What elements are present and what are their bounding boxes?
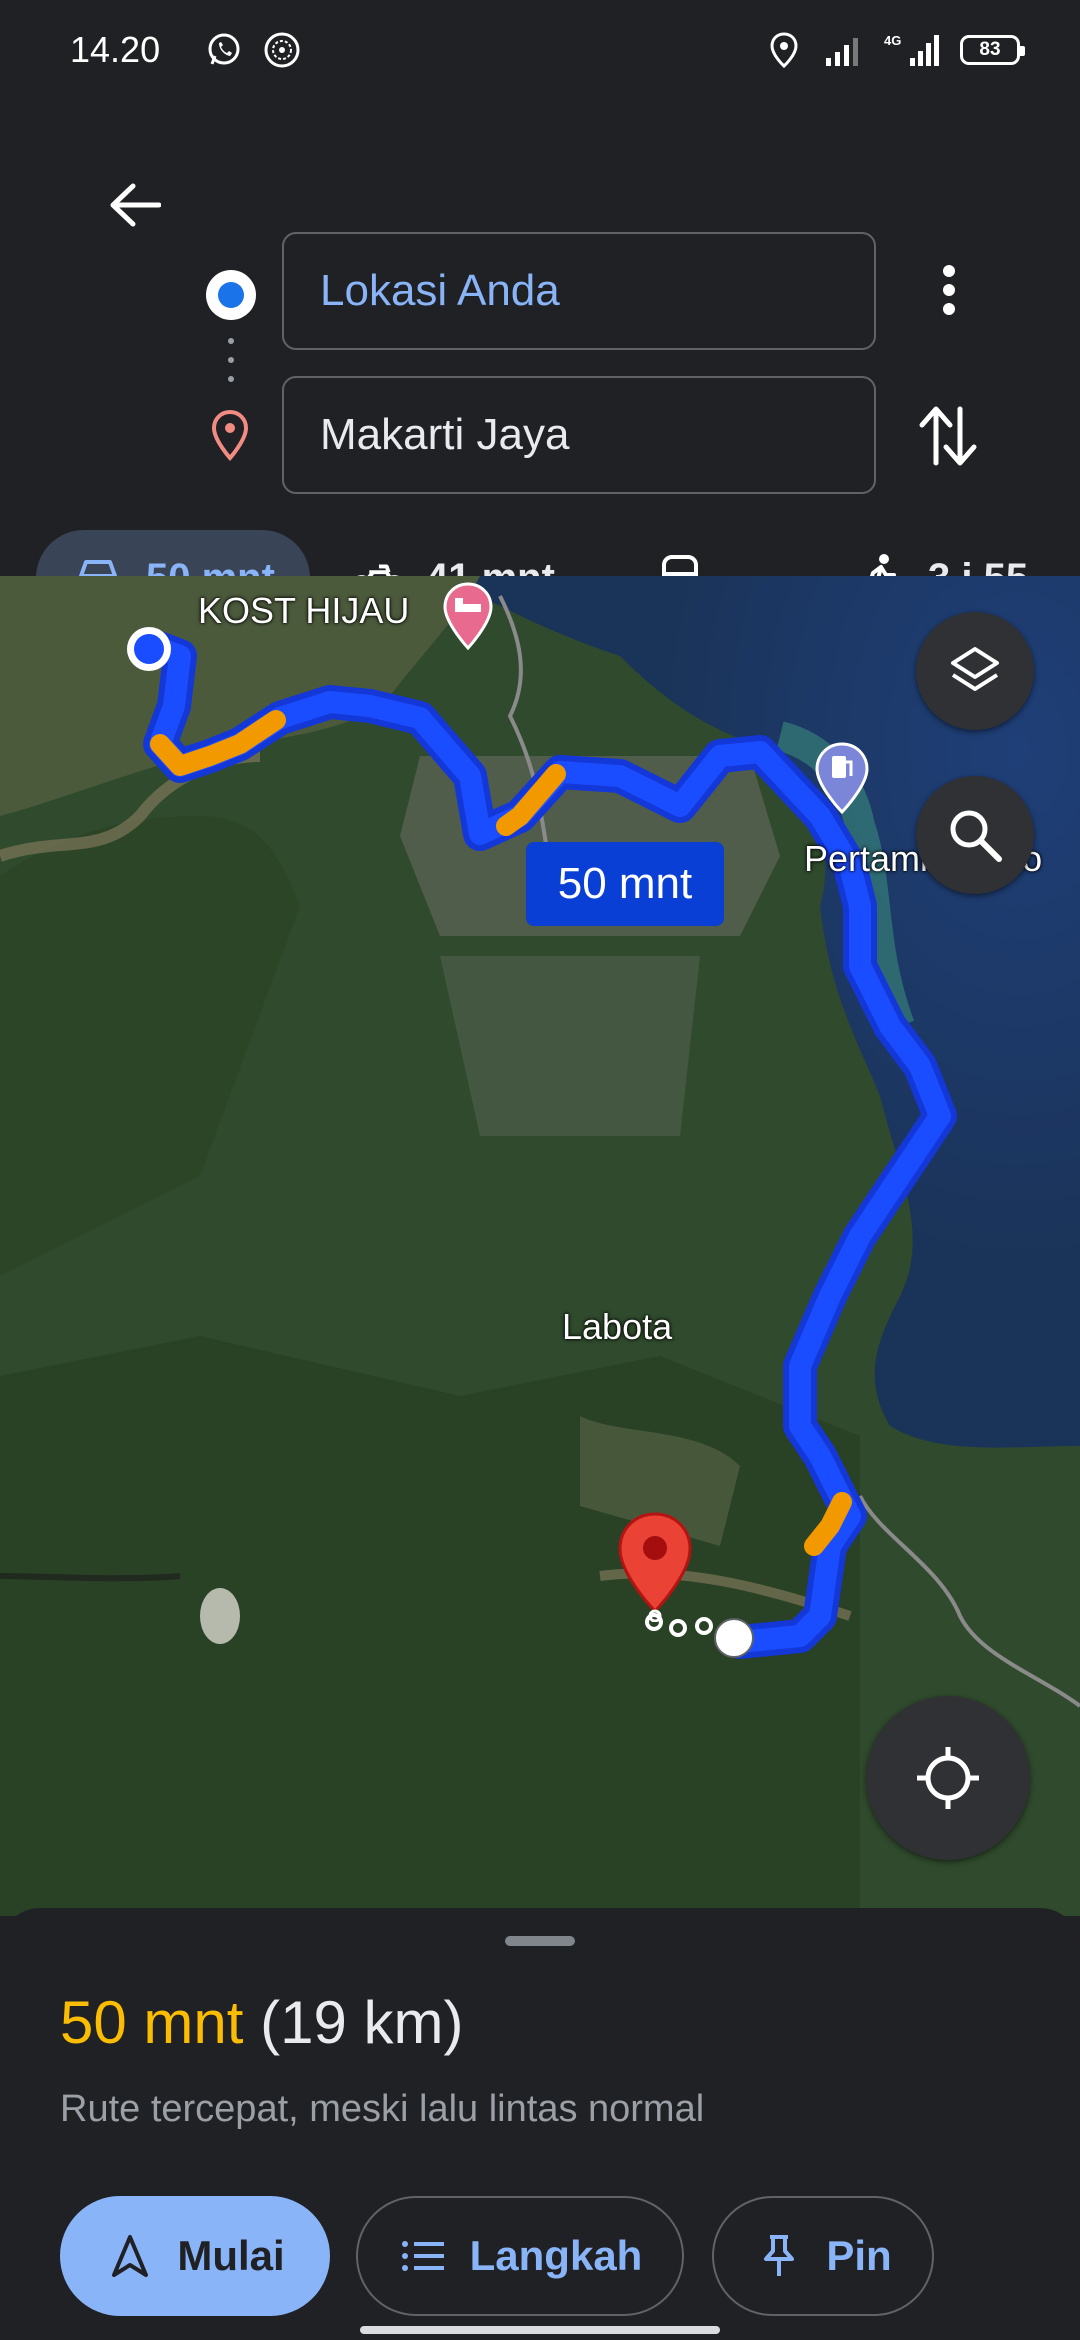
place-label-labota: Labota: [562, 1306, 673, 1347]
battery-icon: 83: [960, 35, 1025, 65]
pin-button-label: Pin: [826, 2232, 892, 2279]
route-end-marker-icon: [714, 1618, 754, 1658]
swap-locations-button[interactable]: [912, 396, 984, 476]
route-duration-chip[interactable]: 50 mnt: [526, 842, 724, 926]
search-icon: [950, 810, 1002, 862]
destination-pin-icon: [208, 408, 252, 462]
gesture-navigation-bar[interactable]: [360, 2326, 720, 2334]
map-origin-marker-icon: [127, 627, 171, 671]
swap-vertical-icon: [919, 406, 977, 466]
start-button[interactable]: Mulai: [60, 2196, 330, 2316]
status-bar: 14.20 4G 83: [0, 0, 1080, 100]
search-along-route-button[interactable]: [916, 776, 1034, 894]
signal-4g-icon: 4G: [884, 30, 940, 70]
route-bottom-sheet: 50 mnt (19 km) Rute tercepat, meski lalu…: [0, 1908, 1080, 2340]
origin-input[interactable]: Lokasi Anda: [282, 232, 876, 350]
route-connector: [228, 338, 234, 382]
start-button-label: Mulai: [177, 2232, 285, 2279]
destination-marker-icon[interactable]: [614, 1510, 696, 1622]
layers-button[interactable]: [916, 612, 1034, 730]
my-location-icon: [917, 1747, 979, 1809]
signal-icon: [824, 30, 864, 70]
whatsapp-icon: [204, 30, 244, 70]
steps-button[interactable]: Langkah: [356, 2196, 684, 2316]
list-icon: [398, 2231, 448, 2281]
location-icon: [764, 30, 804, 70]
route-distance: (19 km): [260, 1989, 464, 2056]
status-left: 14.20: [70, 29, 302, 71]
navigation-arrow-icon: [105, 2231, 155, 2281]
destination-input[interactable]: Makarti Jaya: [282, 376, 876, 494]
poi-label-kost[interactable]: KOST HIJAU: [198, 590, 409, 632]
pin-button[interactable]: Pin: [712, 2196, 934, 2316]
hotel-poi-icon[interactable]: [440, 580, 496, 652]
map-view[interactable]: KOST HIJAU Pertamina Sho Labota 50 mnt: [0, 576, 1080, 1916]
route-duration: 50 mnt: [60, 1989, 244, 2056]
status-right: 4G 83: [764, 30, 1025, 70]
app-notification-icon: [262, 30, 302, 70]
origin-marker-icon: [206, 270, 256, 320]
route-summary: 50 mnt (19 km): [60, 1988, 463, 2057]
back-button[interactable]: [100, 170, 170, 240]
svg-text:4G: 4G: [884, 33, 901, 48]
arrow-back-icon: [110, 183, 161, 227]
more-vert-icon: [943, 265, 955, 315]
status-time: 14.20: [70, 29, 161, 70]
layers-icon: [951, 647, 999, 691]
more-options-button[interactable]: [922, 250, 976, 330]
directions-header: Lokasi Anda Makarti Jaya 50 mnt 41 mnt: [0, 100, 1080, 626]
gas-station-poi-icon[interactable]: [812, 740, 872, 816]
drag-handle[interactable]: [505, 1936, 575, 1946]
pin-icon: [754, 2231, 804, 2281]
my-location-button[interactable]: [866, 1696, 1030, 1860]
route-description: Rute tercepat, meski lalu lintas normal: [60, 2088, 705, 2130]
maps-directions-screen: 14.20 4G 83 Lokasi Anda Makarti Jaya KOS…: [0, 0, 1080, 2340]
steps-button-label: Langkah: [469, 2232, 643, 2279]
